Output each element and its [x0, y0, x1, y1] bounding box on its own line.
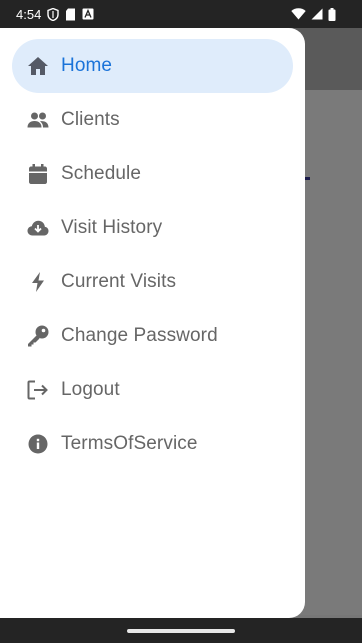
drawer-item-change-password[interactable]: Change Password [12, 309, 293, 363]
calendar-icon [26, 162, 50, 186]
drawer-item-clients[interactable]: Clients [12, 93, 293, 147]
drawer-item-label: TermsOfService [61, 433, 198, 454]
logout-icon [26, 378, 50, 402]
cloud-download-icon [26, 216, 50, 240]
wifi-icon [291, 8, 306, 20]
system-navigation-bar [0, 618, 362, 643]
drawer-menu: Home Clients Schedule Visit History Curr… [12, 39, 293, 471]
a-badge-icon [82, 8, 94, 20]
drawer-item-label: Visit History [61, 217, 163, 238]
info-icon [26, 432, 50, 456]
drawer-item-terms-of-service[interactable]: TermsOfService [12, 417, 293, 471]
status-time: 4:54 [16, 6, 42, 22]
drawer-item-label: Clients [61, 109, 120, 130]
drawer-item-home[interactable]: Home [12, 39, 293, 93]
bolt-icon [26, 270, 50, 294]
sd-card-icon [65, 8, 76, 21]
drawer-item-current-visits[interactable]: Current Visits [12, 255, 293, 309]
drawer-item-schedule[interactable]: Schedule [12, 147, 293, 201]
navigation-drawer: Home Clients Schedule Visit History Curr… [0, 28, 305, 618]
drawer-item-label: Current Visits [61, 271, 177, 292]
status-bar: 4:54 [0, 0, 362, 28]
home-icon [26, 54, 50, 78]
signal-icon [311, 8, 323, 20]
app-content-fragment [305, 177, 310, 180]
battery-icon [328, 7, 336, 21]
drawer-item-label: Change Password [61, 325, 218, 346]
drawer-item-label: Schedule [61, 163, 142, 184]
drawer-item-label: Logout [61, 379, 120, 400]
drawer-item-label: Home [61, 55, 113, 76]
drawer-item-logout[interactable]: Logout [12, 363, 293, 417]
home-gesture-handle[interactable] [127, 629, 235, 633]
status-notification-icons [47, 7, 94, 21]
status-system-icons [291, 7, 336, 21]
key-icon [26, 324, 50, 348]
drawer-item-visit-history[interactable]: Visit History [12, 201, 293, 255]
people-icon [26, 108, 50, 132]
shield-icon [47, 7, 60, 21]
